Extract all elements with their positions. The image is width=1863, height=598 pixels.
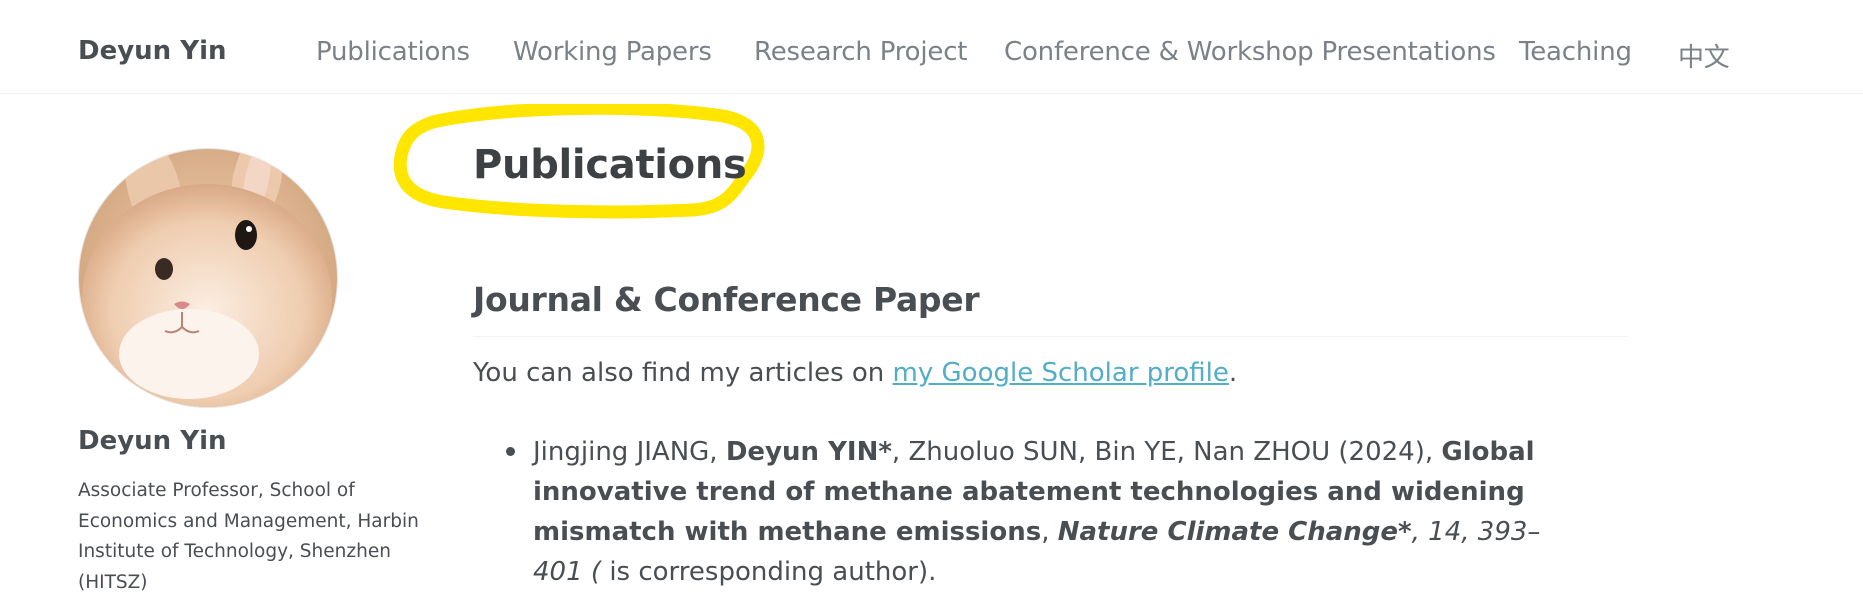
page-title: Publications [473,142,747,188]
nav-conference-presentations[interactable]: Conference & Workshop Presentations [1004,37,1496,67]
list-bullet [506,447,515,456]
rabbit-photo [79,149,337,407]
section-heading: Journal & Conference Paper [473,280,980,319]
pub-authors-before: Jingjing JIANG, [533,437,726,467]
nav-teaching[interactable]: Teaching [1519,37,1632,67]
nav-publications[interactable]: Publications [316,37,470,67]
nav-working-papers[interactable]: Working Papers [513,37,712,67]
author-name: Deyun Yin [78,426,227,456]
author-bio: Associate Professor, School of Economics… [78,480,419,593]
pub-separator: , [1041,517,1058,547]
avatar [78,148,338,408]
intro-text: You can also find my articles on my Goog… [473,358,1237,388]
site-title-link[interactable]: Deyun Yin [78,36,226,66]
publication-list: Jingjing JIANG, Deyun YIN*, Zhuoluo SUN,… [473,432,1563,592]
publication-item: Jingjing JIANG, Deyun YIN*, Zhuoluo SUN,… [473,432,1563,592]
google-scholar-link[interactable]: my Google Scholar profile [893,358,1229,388]
nav-chinese[interactable]: 中文 [1678,37,1730,74]
nav-research-project[interactable]: Research Project [754,37,967,67]
intro-prefix: You can also find my articles on [473,358,893,388]
pub-journal: Nature Climate Change* [1057,517,1412,547]
pub-note: is corresponding author). [609,557,937,587]
pub-self-author: Deyun YIN* [725,437,892,467]
masthead: Deyun Yin Publications Working Papers Re… [0,0,1863,94]
intro-suffix: . [1228,358,1238,388]
pub-authors-after: , Zhuoluo SUN, Bin YE, Nan ZHOU (2024), [891,437,1442,467]
section-divider [473,336,1628,337]
